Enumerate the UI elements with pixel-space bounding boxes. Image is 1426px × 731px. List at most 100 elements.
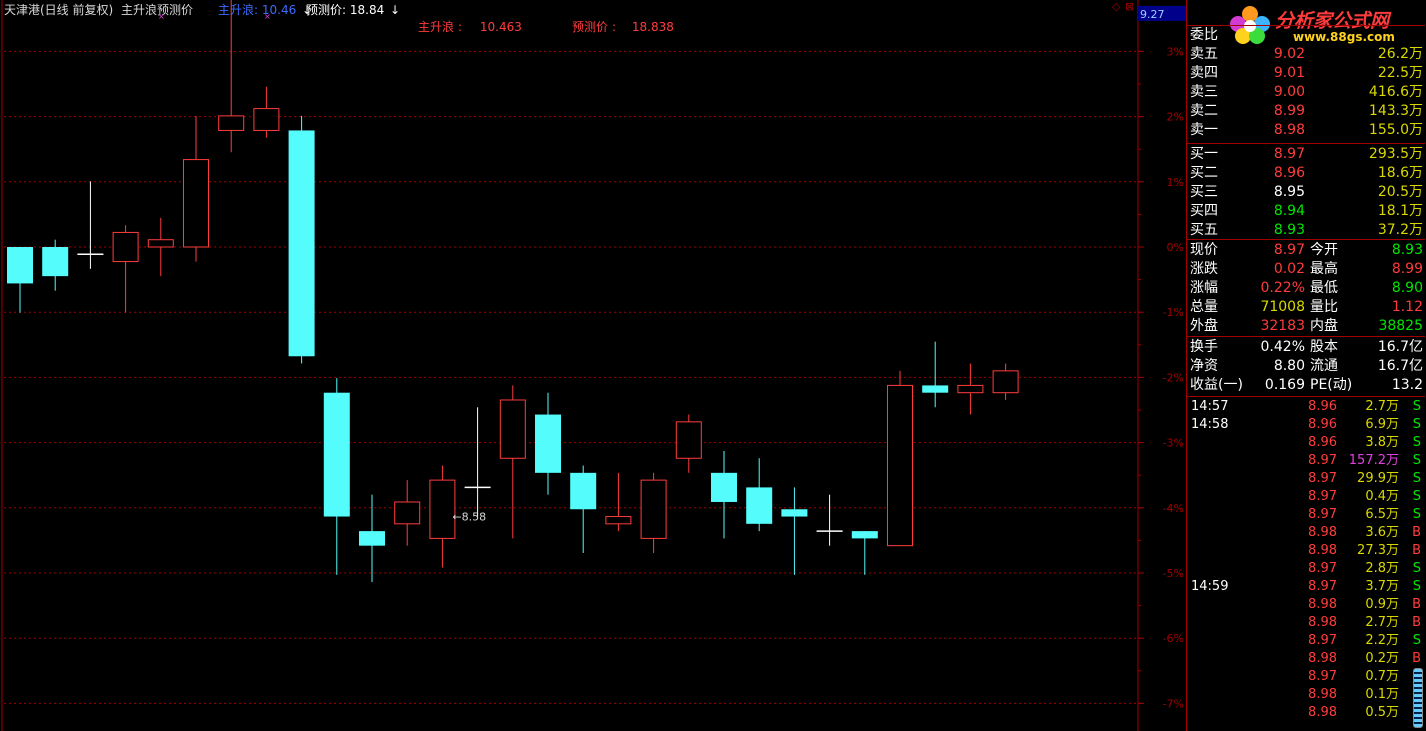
- y-tick-label: -2%: [1163, 371, 1184, 384]
- buy-volume: 20.5万: [1377, 184, 1423, 200]
- stat-label: 内盘: [1310, 318, 1338, 334]
- tick-volume: 0.1万: [1365, 687, 1399, 702]
- sell-price: 8.98: [1273, 122, 1305, 138]
- stat-label: 现价: [1190, 242, 1218, 258]
- candle-body-down: [922, 385, 949, 393]
- tick-row: 14:58 8.96 6.9万 S: [1187, 416, 1425, 434]
- tick-row: 8.98 27.3万 B: [1187, 542, 1425, 560]
- sell-row: 卖二 8.99 143.3万: [1187, 102, 1425, 121]
- tick-volume: 3.7万: [1365, 579, 1399, 594]
- y-tick-label: 0%: [1167, 241, 1184, 254]
- tick-volume: 29.9万: [1357, 471, 1399, 486]
- tick-row: 8.97 157.2万 S: [1187, 452, 1425, 470]
- buy-price: 8.96: [1273, 165, 1305, 181]
- sell-volume: 22.5万: [1377, 65, 1423, 81]
- tick-row: 8.97 0.4万 S: [1187, 488, 1425, 506]
- tick-price: 8.96: [1308, 435, 1337, 450]
- price-annotation: ←8.58: [452, 511, 486, 524]
- fund-row: 换手 0.42% 股本 16.7亿: [1187, 338, 1425, 357]
- sell-volume: 155.0万: [1368, 122, 1423, 138]
- tick-time: 14:57: [1191, 399, 1229, 414]
- panel-divider: [1187, 396, 1425, 397]
- scrollbar[interactable]: [1413, 668, 1423, 728]
- tick-row: 8.98 3.6万 B: [1187, 524, 1425, 542]
- sell-volume: 143.3万: [1368, 103, 1423, 119]
- tick-price: 8.98: [1308, 651, 1337, 666]
- stat-value: 8.93: [1391, 242, 1423, 258]
- stat-row: 涨幅 0.22% 最低 8.90: [1187, 279, 1425, 298]
- buy-volume: 18.6万: [1377, 165, 1423, 181]
- stat-row: 涨跌 0.02 最高 8.99: [1187, 260, 1425, 279]
- y-tick-label: -5%: [1163, 567, 1184, 580]
- candle-body-up: [253, 108, 280, 131]
- sell-price: 9.01: [1273, 65, 1305, 81]
- buy-price: 8.93: [1273, 222, 1305, 238]
- sell-price: 9.02: [1273, 46, 1305, 62]
- stat-label: 总量: [1190, 299, 1218, 315]
- candle-body-up: [992, 370, 1019, 394]
- tick-volume: 157.2万: [1348, 453, 1399, 468]
- y-tick-label: 2%: [1167, 111, 1184, 124]
- fund-value: 0.169: [1264, 377, 1305, 393]
- sell-price: 8.99: [1273, 103, 1305, 119]
- quote-panel: 分析家公式网 www.88gs.com 委比 卖五 9.02 26.2万 卖四 9.01 2…: [1186, 0, 1426, 731]
- buy-price: 8.97: [1273, 146, 1305, 162]
- tick-volume: 0.5万: [1365, 705, 1399, 720]
- fund-label: 净资: [1190, 358, 1218, 374]
- tick-row: 14:57 8.96 2.7万 S: [1187, 398, 1425, 416]
- candlestick-chart[interactable]: 3%2%1%0%-1%-2%-3%-4%-5%-6%-7%←9.44←8.589…: [0, 0, 1186, 731]
- fund-value: 13.2: [1391, 377, 1423, 393]
- stat-value: 32183: [1260, 318, 1305, 334]
- buy-row: 买四 8.94 18.1万: [1187, 202, 1425, 221]
- tick-row: 8.97 2.8万 S: [1187, 560, 1425, 578]
- tick-side: S: [1412, 579, 1421, 594]
- tick-side: S: [1412, 507, 1421, 522]
- y-tick-label: 1%: [1167, 176, 1184, 189]
- stat-value: 38825: [1378, 318, 1423, 334]
- tick-side: S: [1412, 435, 1421, 450]
- candle-body-up: [675, 421, 702, 459]
- fund-label: 收益(一): [1190, 377, 1243, 393]
- candle-body-down: [359, 531, 385, 546]
- stat-label: 量比: [1310, 299, 1338, 315]
- y-tick-label: -1%: [1163, 306, 1184, 319]
- candle-body-down: [746, 487, 773, 524]
- stat-label: 涨跌: [1190, 261, 1218, 277]
- fund-label: 股本: [1310, 339, 1338, 355]
- buy-volume: 37.2万: [1377, 222, 1423, 238]
- tick-row: 8.970.7万S: [1187, 668, 1425, 686]
- tick-time: 14:59: [1191, 579, 1229, 594]
- y-tick-label: -7%: [1163, 697, 1184, 710]
- candle-body-down: [711, 472, 737, 502]
- panel-divider: [1187, 336, 1425, 337]
- stat-value: 8.97: [1273, 242, 1305, 258]
- fund-value: 16.7亿: [1377, 358, 1423, 374]
- sell-row: 卖四 9.01 22.5万: [1187, 64, 1425, 83]
- sell-level-label: 卖三: [1190, 84, 1218, 100]
- buy-level-label: 买一: [1190, 146, 1218, 162]
- candle-body-up: [183, 159, 209, 248]
- candle-body-down: [781, 509, 808, 517]
- buy-volume: 293.5万: [1368, 146, 1423, 162]
- stat-row: 现价 8.97 今开 8.93: [1187, 241, 1425, 260]
- tick-row: 8.98 2.7万 B: [1187, 614, 1425, 632]
- candle-body-up: [957, 384, 984, 394]
- candle-body-down: [323, 392, 350, 517]
- sell-row: 卖一 8.98 155.0万: [1187, 121, 1425, 140]
- tick-volume: 3.6万: [1365, 525, 1399, 540]
- candle-body-up: [147, 239, 174, 248]
- sell-volume: 416.6万: [1368, 84, 1423, 100]
- tick-side: B: [1412, 651, 1421, 666]
- fund-label: 换手: [1190, 339, 1218, 355]
- tick-side: S: [1412, 453, 1421, 468]
- fund-row: 净资 8.80 流通 16.7亿: [1187, 357, 1425, 376]
- tick-price: 8.98: [1308, 615, 1337, 630]
- fund-value: 0.42%: [1260, 339, 1305, 355]
- stat-label: 涨幅: [1190, 280, 1218, 296]
- candle-body-up: [499, 399, 526, 459]
- buy-level-label: 买五: [1190, 222, 1218, 238]
- candle-body-down: [570, 472, 597, 510]
- tick-row: 8.97 6.5万 S: [1187, 506, 1425, 524]
- stat-label: 最低: [1310, 280, 1338, 296]
- buy-level-label: 买二: [1190, 165, 1218, 181]
